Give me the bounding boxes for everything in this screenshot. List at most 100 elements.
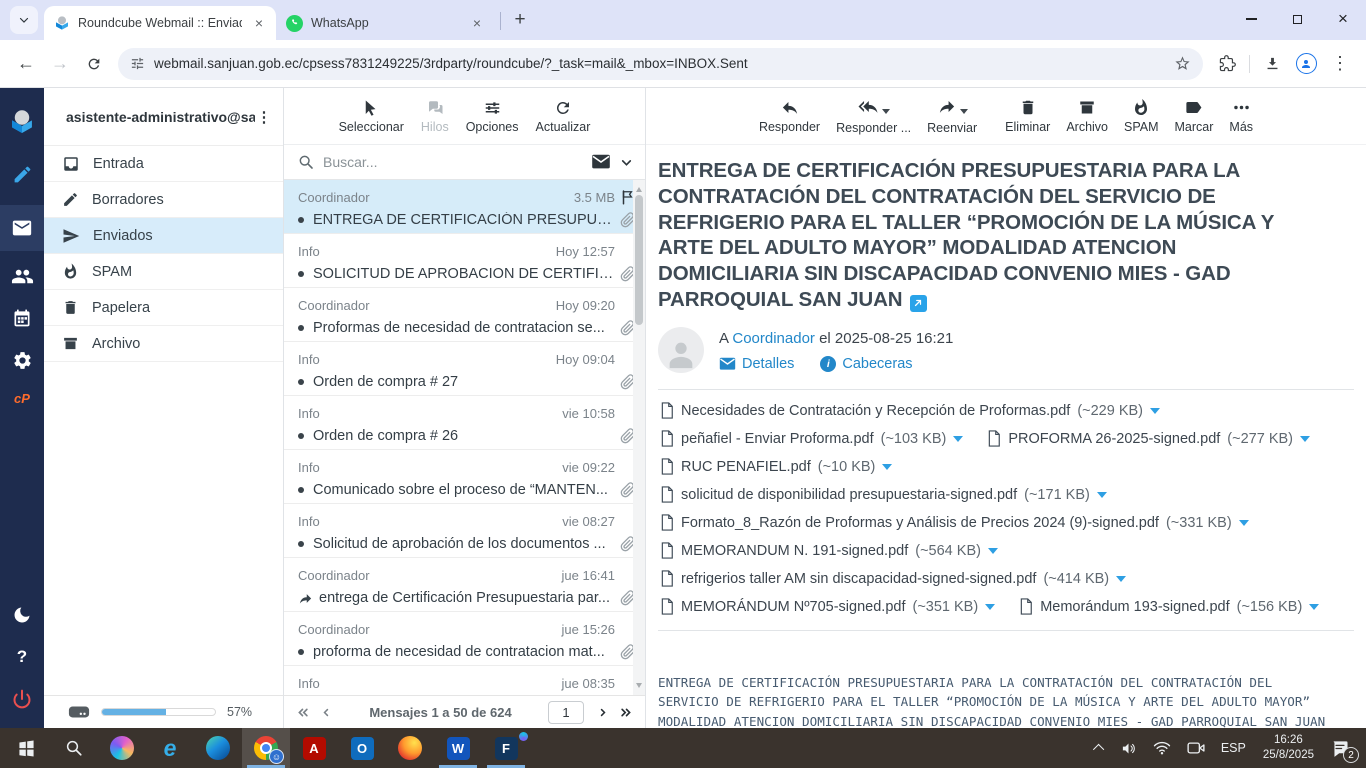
taskbar-edge[interactable] (194, 728, 242, 768)
folder-borradores[interactable]: Borradores (44, 182, 283, 218)
tab-close-icon[interactable]: × (468, 14, 486, 32)
site-info-icon[interactable] (130, 56, 145, 71)
message-row[interactable]: Infovie 09:22 Comunicado sobre el proces… (284, 450, 645, 504)
taskbar-acrobat[interactable]: A (290, 728, 338, 768)
recipient-link[interactable]: Coordinador (732, 330, 815, 347)
list-scrollbar[interactable] (633, 180, 645, 695)
scrollbar-thumb[interactable] (635, 195, 643, 325)
refresh-button[interactable]: Actualizar (536, 99, 591, 134)
folder-enviados[interactable]: Enviados (44, 218, 283, 254)
threads-button[interactable]: Hilos (421, 99, 449, 134)
attachment-menu-caret-icon[interactable] (1097, 492, 1107, 503)
attachment-chip[interactable]: peñafiel - Enviar Proforma.pdf(~103 KB) (660, 425, 963, 453)
select-button[interactable]: Seleccionar (339, 99, 404, 134)
dark-mode-button[interactable] (0, 594, 44, 636)
folder-entrada[interactable]: Entrada (44, 146, 283, 182)
attachment-chip[interactable]: Formato_8_Razón de Proformas y Análisis … (660, 509, 1249, 537)
attachment-chip[interactable]: refrigerios taller AM sin discapacidad-s… (660, 565, 1126, 593)
next-page-button[interactable] (596, 705, 610, 720)
mail-nav-button[interactable] (0, 205, 44, 251)
new-tab-button[interactable]: + (507, 7, 533, 33)
attachment-menu-caret-icon[interactable] (985, 604, 995, 615)
message-row[interactable]: Infovie 08:27 Solicitud de aprobación de… (284, 504, 645, 558)
message-row[interactable]: Coordinadorjue 16:41 entrega de Certific… (284, 558, 645, 612)
bookmark-star-icon[interactable] (1174, 55, 1191, 72)
attachment-chip[interactable]: Memorándum 193-signed.pdf(~156 KB) (1019, 593, 1319, 621)
folder-spam[interactable]: SPAM (44, 254, 283, 290)
volume-button[interactable] (1113, 728, 1144, 768)
address-bar[interactable]: webmail.sanjuan.gob.ec/cpsess7831249225/… (118, 48, 1203, 80)
taskbar-internet-explorer[interactable]: e (146, 728, 194, 768)
attachment-menu-caret-icon[interactable] (1239, 520, 1249, 531)
first-page-button[interactable] (294, 705, 311, 720)
extensions-button[interactable] (1211, 48, 1243, 80)
taskbar-firefox[interactable] (386, 728, 434, 768)
meet-now-button[interactable] (1180, 728, 1212, 768)
language-indicator[interactable]: ESP (1214, 728, 1253, 768)
tab-roundcube[interactable]: Roundcube Webmail :: Enviados × (44, 6, 276, 40)
tab-close-icon[interactable]: × (250, 14, 268, 32)
message-row[interactable]: Coordinadorjue 15:26 proforma de necesid… (284, 612, 645, 666)
folder-papelera[interactable]: Papelera (44, 290, 283, 326)
calendar-nav-button[interactable] (0, 297, 44, 339)
start-button[interactable] (2, 728, 50, 768)
options-button[interactable]: Opciones (466, 99, 519, 134)
forward-caret-icon[interactable] (960, 109, 968, 118)
help-button[interactable]: ? (0, 636, 44, 678)
account-menu-button[interactable]: ⋮ (255, 108, 273, 126)
window-close-button[interactable]: × (1320, 0, 1366, 38)
window-restore-button[interactable] (1274, 0, 1320, 38)
message-row[interactable]: CoordinadorHoy 09:20 Proformas de necesi… (284, 288, 645, 342)
profile-button[interactable] (1290, 48, 1322, 80)
forward-button[interactable]: → (44, 48, 76, 80)
last-page-button[interactable] (618, 705, 635, 720)
attachment-menu-caret-icon[interactable] (1116, 576, 1126, 587)
browser-menu-button[interactable]: ⋮ (1324, 48, 1356, 80)
attachment-menu-caret-icon[interactable] (988, 548, 998, 559)
attachment-chip[interactable]: PROFORMA 26-2025-signed.pdf(~277 KB) (987, 425, 1310, 453)
tab-whatsapp[interactable]: WhatsApp × (276, 6, 494, 40)
settings-nav-button[interactable] (0, 339, 44, 381)
search-options-chevron-icon[interactable] (620, 156, 633, 169)
reply-button[interactable]: Responder (759, 98, 820, 134)
tray-expand-button[interactable] (1089, 728, 1111, 768)
message-row[interactable]: Infojue 08:35 (284, 666, 645, 695)
tab-search-button[interactable] (10, 6, 38, 34)
message-row[interactable]: InfoHoy 09:04 Orden de compra # 27 (284, 342, 645, 396)
network-button[interactable] (1146, 728, 1178, 768)
taskbar-outlook[interactable]: O (338, 728, 386, 768)
archive-button[interactable]: Archivo (1066, 98, 1108, 134)
taskbar-search-button[interactable] (50, 728, 98, 768)
taskbar-copilot[interactable] (98, 728, 146, 768)
headers-toggle[interactable]: i Cabeceras (820, 356, 912, 372)
reply-all-button[interactable]: Responder ... (836, 97, 911, 135)
more-button[interactable]: Más (1229, 98, 1253, 134)
taskbar-clock[interactable]: 16:2625/8/2025 (1255, 728, 1322, 768)
url-text[interactable]: webmail.sanjuan.gob.ec/cpsess7831249225/… (154, 56, 1165, 71)
attachment-menu-caret-icon[interactable] (1150, 408, 1160, 419)
message-row[interactable]: Infovie 10:58 Orden de compra # 26 (284, 396, 645, 450)
contacts-nav-button[interactable] (0, 255, 44, 297)
scroll-up-arrow-icon[interactable] (636, 184, 642, 192)
message-row[interactable]: InfoHoy 12:57 SOLICITUD DE APROBACION DE… (284, 234, 645, 288)
reply-all-caret-icon[interactable] (882, 109, 890, 118)
forward-button[interactable]: Reenviar (927, 97, 977, 135)
taskbar-word[interactable]: W (434, 728, 482, 768)
details-toggle[interactable]: Detalles (719, 356, 794, 372)
mark-button[interactable]: Marcar (1175, 98, 1214, 134)
notifications-button[interactable]: 2 (1324, 728, 1362, 768)
cpanel-link[interactable]: cP (0, 381, 44, 415)
taskbar-fes-app[interactable]: F (482, 728, 530, 768)
compose-button[interactable] (0, 153, 44, 195)
attachment-menu-caret-icon[interactable] (1309, 604, 1319, 615)
taskbar-chrome[interactable]: ☺ (242, 728, 290, 768)
open-in-new-window-icon[interactable] (910, 295, 927, 312)
message-row[interactable]: Coordinador3.5 MB ENTREGA DE CERTIFICACI… (284, 180, 645, 234)
folder-archivo[interactable]: Archivo (44, 326, 283, 362)
reload-button[interactable] (78, 48, 110, 80)
search-input[interactable] (323, 154, 582, 170)
delete-button[interactable]: Eliminar (1005, 98, 1050, 134)
window-minimize-button[interactable] (1228, 0, 1274, 38)
prev-page-button[interactable] (319, 705, 333, 720)
attachment-chip[interactable]: MEMORANDUM N. 191-signed.pdf(~564 KB) (660, 537, 998, 565)
